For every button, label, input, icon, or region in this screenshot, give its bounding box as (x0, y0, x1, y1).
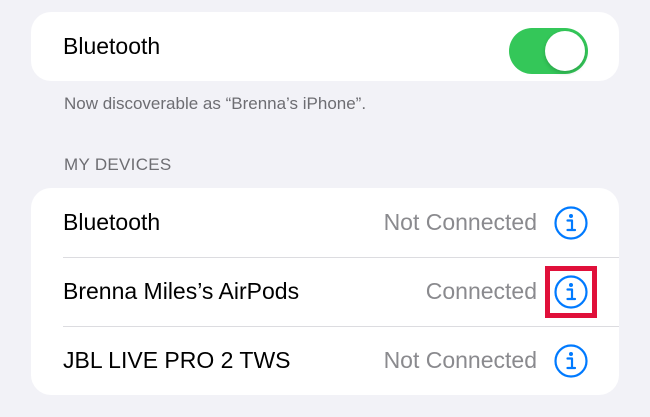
info-icon[interactable] (554, 206, 588, 240)
device-name: Brenna Miles’s AirPods (63, 278, 300, 304)
bluetooth-toggle-row[interactable]: Bluetooth (31, 12, 619, 81)
bluetooth-toggle-card: Bluetooth (31, 12, 619, 81)
bluetooth-toggle-switch[interactable] (509, 28, 588, 74)
info-icon[interactable] (545, 266, 597, 318)
device-name: Bluetooth (63, 209, 161, 235)
device-status: Not Connected (383, 209, 537, 235)
device-status: Connected (425, 278, 537, 304)
bluetooth-toggle-label: Bluetooth (63, 33, 161, 59)
device-row-jbl[interactable]: JBL LIVE PRO 2 TWS Not Connected (31, 326, 619, 395)
toggle-knob (545, 31, 585, 71)
discoverable-note: Now discoverable as “Brenna’s iPhone”. (64, 94, 367, 113)
my-devices-header: MY DEVICES (64, 155, 172, 174)
my-devices-list: Bluetooth Not Connected Brenna Miles’s A… (31, 188, 619, 395)
device-status: Not Connected (383, 347, 537, 373)
device-name: JBL LIVE PRO 2 TWS (63, 347, 291, 373)
info-icon[interactable] (554, 344, 588, 378)
device-row-airpods[interactable]: Brenna Miles’s AirPods Connected (31, 257, 619, 326)
device-row-bluetooth[interactable]: Bluetooth Not Connected (31, 188, 619, 257)
